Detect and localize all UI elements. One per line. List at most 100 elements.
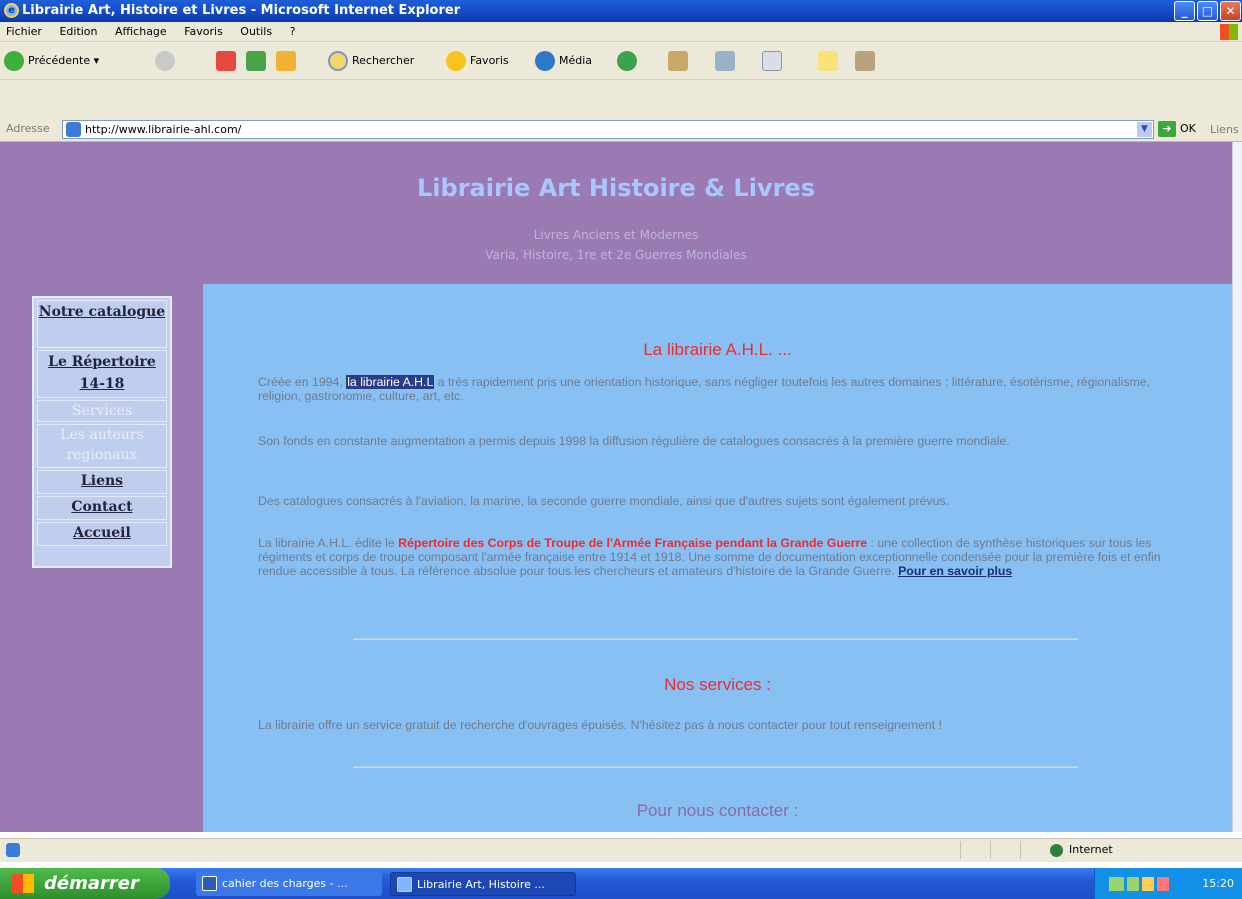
edit-button[interactable] [762,50,782,72]
internet-explorer-icon: e [4,3,19,18]
windows-logo-icon [1220,24,1238,40]
menu-outils[interactable]: Outils [240,25,272,38]
security-zone: Internet [1050,843,1113,857]
toolbar: Précédente ▾ Rechercher Favoris Média [0,42,1242,80]
site-subtitle: Livres Anciens et Modernes [533,228,699,242]
zone-label: Internet [1069,843,1113,856]
paragraph-repertoire: La librairie A.H.L. édite le Répertoire … [258,536,1178,578]
go-label: OK [1180,122,1196,135]
page-status-icon [6,843,20,857]
repertoire-text-start: La librairie A.H.L. édite le [258,536,395,550]
back-button[interactable]: Précédente ▾ [4,50,99,72]
note-icon [818,51,838,71]
maximize-button[interactable]: □ [1197,1,1218,21]
back-dropdown-icon[interactable]: ▾ [94,54,100,67]
address-dropdown-icon[interactable]: ▼ [1137,122,1152,137]
address-input[interactable]: http://www.librairie-ahl.com/ ▼ [62,120,1154,139]
research-button[interactable] [855,50,875,72]
stop-icon [216,51,236,71]
task-librairie[interactable]: Librairie Art, Histoire ... [390,872,576,896]
globe-icon [1050,843,1063,857]
status-divider [960,841,961,859]
nav-liens[interactable]: Liens [37,470,167,494]
go-button[interactable]: ➔ OK [1158,121,1196,137]
taskbar: démarrer cahier des charges - ... Librai… [0,868,1242,899]
word-document-icon [202,876,217,891]
media-button[interactable]: Média [535,50,592,72]
section-title-contact: Pour nous contacter : [636,801,799,820]
menu-affichage[interactable]: Affichage [115,25,167,38]
start-label: démarrer [44,873,139,894]
mail-icon [668,51,688,71]
selected-text: la librairie A.H.L [346,375,435,389]
main-content: La librairie A.H.L. ... Créée en 1994, l… [203,284,1232,832]
clock[interactable]: 15:20 [1202,868,1234,899]
discuss-button[interactable] [818,50,838,72]
intro-text-start: Créée en 1994, [258,375,343,389]
tray-icons[interactable] [1109,877,1169,891]
windows-flag-icon [12,874,34,893]
print-button[interactable] [715,50,735,72]
window-title: Librairie Art, Histoire et Livres - Micr… [22,3,461,18]
menu-edition[interactable]: Edition [59,25,97,38]
pour-en-savoir-plus-link[interactable]: Pour en savoir plus [898,564,1012,578]
go-arrow-icon: ➔ [1158,121,1176,137]
status-bar: Internet [0,838,1242,862]
paragraph-catalogues: Des catalogues consacrés à l'aviation, l… [258,494,949,508]
status-divider [1020,841,1021,859]
search-label: Rechercher [352,54,415,67]
page-viewport: Librairie Art Histoire & Livres Livres A… [0,142,1232,832]
print-icon [715,51,735,71]
word-edit-icon [762,51,782,71]
menu-fichier[interactable]: Fichier [6,25,42,38]
status-divider [990,841,991,859]
section-title-librairie: La librairie A.H.L. ... [643,340,792,359]
vertical-scrollbar[interactable] [1232,142,1242,832]
nav-services: Services [37,400,167,422]
site-nav: Notre catalogue Le Répertoire 14-18 Serv… [32,296,172,568]
divider [353,638,1078,640]
forward-button[interactable] [155,50,179,72]
favorites-label: Favoris [470,54,509,67]
repertoire-title: Répertoire des Corps de Troupe de l'Armé… [398,536,868,550]
home-icon [276,51,296,71]
nav-repertoire-14-18[interactable]: Le Répertoire 14-18 [37,350,167,398]
menu-bar: Fichier Edition Affichage Favoris Outils… [0,22,1242,42]
home-button[interactable] [276,50,296,72]
task-label: Librairie Art, Histoire ... [417,878,545,891]
address-label: Adresse [6,122,50,135]
internet-explorer-icon [397,877,412,892]
start-button[interactable]: démarrer [0,868,170,899]
task-cahier-des-charges[interactable]: cahier des charges - ... [196,872,382,896]
search-icon [328,51,348,71]
favorites-button[interactable]: Favoris [446,50,509,72]
close-button[interactable]: ✕ [1220,1,1241,21]
nav-contact[interactable]: Contact [37,496,167,520]
refresh-button[interactable] [246,50,266,72]
menu-help[interactable]: ? [290,25,296,38]
refresh-icon [246,51,266,71]
menu-favoris[interactable]: Favoris [184,25,223,38]
paragraph-services: La librairie offre un service gratuit de… [258,718,942,732]
window-title-bar[interactable]: e Librairie Art, Histoire et Livres - Mi… [0,0,1242,22]
task-label: cahier des charges - ... [222,877,348,890]
history-button[interactable] [617,50,641,72]
nav-notre-catalogue[interactable]: Notre catalogue [37,300,167,348]
site-subtitle-2: Varia, Histoire, 1re et 2e Guerres Mondi… [485,248,747,262]
paragraph-fonds: Son fonds en constante augmentation a pe… [258,434,1010,448]
minimize-button[interactable]: _ [1174,1,1195,21]
search-button[interactable]: Rechercher [328,50,414,72]
toolbar-spacer [0,80,1242,118]
paragraph-intro: Créée en 1994, la librairie A.H.L a très… [258,375,1178,403]
back-arrow-icon [4,51,24,71]
site-title: Librairie Art Histoire & Livres [417,174,815,202]
media-label: Média [559,54,593,67]
system-tray: 15:20 [1094,868,1242,899]
research-icon [855,51,875,71]
mail-button[interactable] [668,50,688,72]
media-icon [535,51,555,71]
page-icon [66,122,81,137]
stop-button[interactable] [216,50,236,72]
nav-accueil[interactable]: Accueil [37,522,167,546]
links-toolbar[interactable]: Liens [1210,123,1239,136]
